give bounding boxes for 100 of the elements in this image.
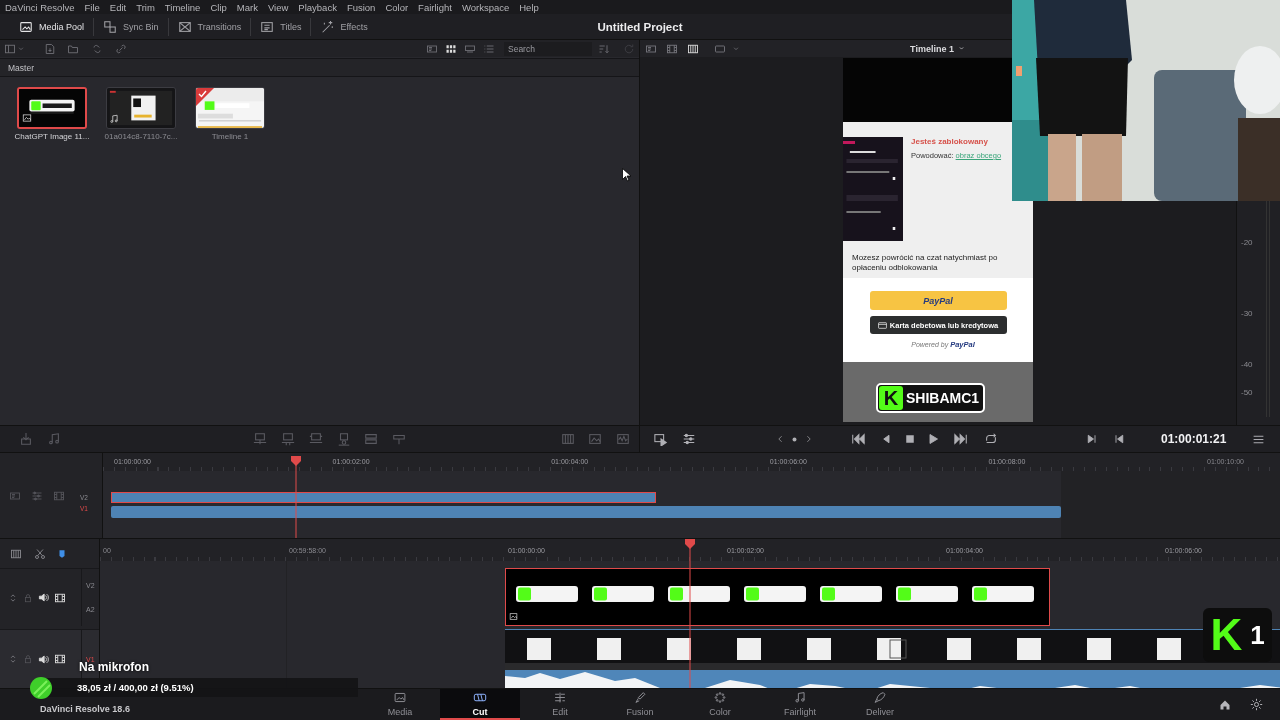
- frame-icon[interactable]: [714, 42, 726, 55]
- grid-view-icon[interactable]: [561, 432, 575, 446]
- media-pool-button[interactable]: Media Pool: [10, 17, 95, 36]
- track-list-icon[interactable]: [9, 489, 21, 502]
- filmstrip-view-icon[interactable]: [464, 42, 476, 55]
- marker-icon[interactable]: [57, 548, 67, 559]
- menu-item[interactable]: Help: [519, 1, 539, 13]
- menu-item[interactable]: Edit: [109, 1, 127, 13]
- menu-item[interactable]: Clip: [210, 1, 227, 13]
- link-icon[interactable]: [115, 42, 127, 55]
- page-tab[interactable]: Color: [680, 689, 760, 720]
- thumbnail-view-icon[interactable]: [445, 42, 457, 55]
- effects-button[interactable]: Effects: [311, 17, 377, 36]
- skip-to-end-icon[interactable]: [954, 432, 968, 446]
- page-tab[interactable]: Cut: [440, 689, 520, 720]
- menu-item[interactable]: Fairlight: [418, 1, 452, 13]
- clip-thumbnail[interactable]: [195, 87, 265, 129]
- page-tab[interactable]: Fusion: [600, 689, 680, 720]
- progress-circle: [30, 676, 52, 699]
- lock-icon[interactable]: [23, 592, 33, 603]
- loop-icon[interactable]: [984, 432, 998, 446]
- page-tab[interactable]: Media: [360, 689, 440, 720]
- waveform-icon[interactable]: [616, 432, 630, 446]
- menu-item[interactable]: Color: [385, 1, 409, 13]
- mouse-pointer-icon: [622, 168, 631, 182]
- home-icon[interactable]: [1219, 698, 1231, 711]
- play-icon[interactable]: [927, 433, 939, 445]
- clip-name: Timeline 1: [211, 132, 249, 141]
- folder-icon[interactable]: [67, 42, 79, 55]
- sync-bin-button[interactable]: Sync Bin: [94, 17, 169, 36]
- stop-icon[interactable]: [904, 433, 916, 445]
- previous-icon[interactable]: [776, 433, 785, 445]
- menu-item[interactable]: Mark: [236, 1, 258, 13]
- next-icon[interactable]: [804, 433, 813, 445]
- image-icon: [22, 113, 32, 123]
- filmstrip-icon[interactable]: [666, 42, 678, 55]
- ripple-icon[interactable]: [364, 432, 378, 446]
- step-back-icon[interactable]: [880, 433, 892, 445]
- new-file-icon[interactable]: [44, 42, 56, 55]
- text-lines-icon: [260, 19, 275, 34]
- page-tab[interactable]: Fairlight: [760, 689, 840, 720]
- image-icon[interactable]: [588, 432, 602, 446]
- credit-card-icon: [877, 320, 887, 330]
- speaker-icon[interactable]: [38, 592, 49, 603]
- timeline-selector[interactable]: Timeline 1: [910, 43, 966, 54]
- import-audio-icon[interactable]: [47, 432, 61, 446]
- wand-icon: [320, 19, 335, 34]
- overwrite-icon[interactable]: [281, 432, 295, 446]
- app-menu[interactable]: DaVinci Resolve: [5, 1, 75, 13]
- menu-item[interactable]: Fusion: [346, 1, 376, 13]
- menu-item[interactable]: Workspace: [461, 1, 510, 13]
- place-on-top-icon[interactable]: [337, 432, 351, 446]
- viewer-layout-icon[interactable]: [645, 42, 657, 55]
- film-icon[interactable]: [54, 591, 66, 604]
- music-note-icon: [793, 690, 807, 704]
- search-field[interactable]: Search: [504, 41, 592, 56]
- import-media-icon[interactable]: [19, 432, 33, 446]
- page-tab[interactable]: Deliver: [840, 689, 920, 720]
- clip-thumbnail[interactable]: [106, 87, 176, 129]
- blocked-heading: Jesteś zablokowany: [911, 137, 989, 146]
- next-edit-icon[interactable]: [1086, 433, 1098, 445]
- panel-toggle-icon[interactable]: [4, 42, 16, 55]
- lock-icon[interactable]: [23, 654, 33, 664]
- append-icon[interactable]: [392, 432, 406, 446]
- transitions-button[interactable]: Transitions: [168, 17, 252, 36]
- resize-icon[interactable]: [8, 654, 18, 664]
- playhead[interactable]: [685, 539, 695, 688]
- previous-edit-icon[interactable]: [1113, 433, 1125, 445]
- play-clip-icon[interactable]: [654, 432, 668, 446]
- insert-icon[interactable]: [253, 432, 267, 446]
- skip-to-start-icon[interactable]: [851, 432, 865, 446]
- channel-logo: K: [879, 386, 903, 410]
- image-icon: [393, 690, 407, 704]
- replace-icon[interactable]: [309, 432, 323, 446]
- clip-bar[interactable]: [111, 506, 1061, 518]
- settings-icon[interactable]: [1250, 698, 1263, 711]
- clip-bar[interactable]: [111, 492, 656, 503]
- menu-item[interactable]: Trim: [136, 1, 155, 13]
- sort-icon[interactable]: [598, 42, 610, 55]
- clip-thumbnail[interactable]: [17, 87, 87, 129]
- transitions-icon: [177, 19, 192, 34]
- menu-item[interactable]: Timeline: [164, 1, 201, 13]
- metadata-view-icon[interactable]: [426, 42, 438, 55]
- speaker-icon[interactable]: [38, 653, 49, 665]
- sliders-icon[interactable]: [31, 489, 43, 502]
- clip-view-icon[interactable]: [9, 547, 23, 560]
- scissors-icon[interactable]: [34, 547, 46, 560]
- clip-strip-icon[interactable]: [687, 42, 699, 55]
- video-clip[interactable]: [505, 568, 1050, 626]
- menu-item[interactable]: Playback: [298, 1, 337, 13]
- menu-item[interactable]: File: [84, 1, 100, 13]
- titles-button[interactable]: Titles: [251, 17, 312, 36]
- checkmark-icon: [196, 88, 214, 106]
- resize-icon[interactable]: [8, 592, 18, 603]
- color-wheel-icon: [713, 690, 727, 704]
- film-icon[interactable]: [54, 653, 66, 665]
- timecode: 01:00:01:21: [1161, 432, 1227, 446]
- sliders-icon[interactable]: [682, 432, 696, 446]
- menu-item[interactable]: View: [267, 1, 289, 13]
- page-tab[interactable]: Edit: [520, 689, 600, 720]
